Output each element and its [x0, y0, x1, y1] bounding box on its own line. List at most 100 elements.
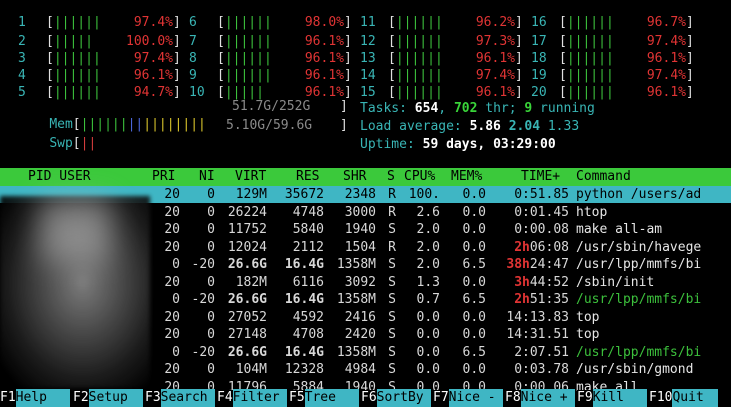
bracket-open: [ — [217, 34, 225, 49]
cpu-meter: 18 [|||||| — [531, 50, 614, 68]
mem-value: 51.7G/252G — [232, 99, 311, 114]
cpu-number: 6 — [189, 15, 197, 30]
cell-command: python /users/ad — [576, 187, 702, 202]
function-key-f6[interactable]: F6SortBy — [361, 389, 431, 407]
col-pid-user[interactable]: PID USER — [28, 168, 91, 186]
cell-res: 4592 — [292, 309, 324, 325]
cell-s: S — [388, 362, 396, 377]
cell-pri: 20 — [164, 222, 180, 237]
cell-time: 3h44:52 — [514, 274, 569, 290]
cell-cpu: 0.0 — [416, 309, 440, 325]
col-virt[interactable]: VIRT — [235, 168, 266, 186]
cell-res: 6116 — [292, 274, 324, 290]
cell-time: 0:51.85 — [514, 187, 569, 202]
cpu-percent: 96.7% — [646, 15, 686, 30]
cell-ni: 0 — [207, 327, 215, 342]
function-key-f3[interactable]: F3Search — [145, 389, 215, 407]
col-command[interactable]: Command — [576, 168, 631, 186]
function-key-f5[interactable]: F5Tree — [289, 389, 359, 407]
cpu-meter: 4 [|||||| — [18, 67, 101, 85]
cpu-number: 19 — [531, 68, 547, 83]
cell-time: 2h51:35 — [514, 292, 569, 307]
function-key-action: Help — [15, 389, 70, 407]
col-res[interactable]: RES — [296, 168, 319, 186]
function-key-label: F10 — [649, 390, 673, 405]
cell-command: /usr/lpp/mmfs/bi — [576, 257, 702, 272]
bracket-open: [ — [46, 34, 54, 49]
col-cpu[interactable]: CPU% — [404, 168, 435, 186]
bracket-open: [ — [217, 85, 225, 100]
cell-virt: 26.6G — [227, 344, 267, 360]
cell-command: /usr/lpp/mmfs/bi — [576, 344, 702, 360]
bracket-close: ] — [173, 15, 181, 30]
function-key-f9[interactable]: F9Kill — [577, 389, 647, 407]
tasks-line: Tasks: 654, 702 thr; 9 running — [360, 101, 595, 116]
bracket-close: ] — [686, 34, 694, 49]
cpu-percent: 97.4% — [475, 68, 515, 83]
cell-virt: 11752 — [227, 222, 267, 237]
cell-mem: 0.0 — [462, 204, 486, 220]
cell-pri: 20 — [164, 204, 180, 220]
cpu-bar: |||||| — [224, 15, 272, 30]
col-state[interactable]: S — [387, 168, 395, 186]
swap-label: Swp — [49, 135, 73, 151]
cpu-bar: |||||| — [53, 51, 101, 66]
cpu-number: 15 — [360, 85, 376, 100]
cpu-number: 18 — [531, 51, 547, 66]
cell-command: /usr/sbin/havege — [576, 239, 702, 255]
function-key-f2[interactable]: F2Setup — [73, 389, 143, 407]
function-key-action: Setup — [88, 389, 143, 407]
function-key-label: F5 — [289, 390, 305, 405]
col-time[interactable]: TIME+ — [521, 168, 560, 186]
cell-virt: 12024 — [227, 239, 267, 255]
bracket-close: ] — [344, 68, 352, 83]
cell-shr: 1940 — [344, 222, 376, 237]
running-count: 9 — [524, 101, 533, 116]
cell-cpu: 0.0 — [416, 362, 440, 377]
function-key-label: F4 — [217, 390, 233, 405]
cell-ni: -20 — [191, 257, 215, 272]
function-key-f10[interactable]: F10Quit — [649, 389, 719, 407]
cell-shr: 2348 — [344, 187, 376, 202]
cell-shr: 1358M — [336, 344, 376, 360]
cpu-number: 11 — [360, 15, 376, 30]
function-key-bar: F1Help F2Setup F3Search F4Filter F5Tree F6Sor… — [0, 389, 731, 407]
cell-pri: 20 — [164, 362, 180, 377]
bracket-close: ] — [515, 68, 523, 83]
col-shr[interactable]: SHR — [343, 168, 366, 186]
function-key-f7[interactable]: F7Nice - — [433, 389, 503, 407]
cell-cpu: 100. — [408, 187, 440, 202]
cpu-number: 3 — [18, 51, 26, 66]
cpu-number: 8 — [189, 51, 197, 66]
bracket-open: [ — [46, 68, 54, 83]
cpu-percent: 97.3% — [475, 34, 515, 49]
cpu-bar: |||||| — [395, 15, 443, 30]
cpu-bar: |||||| — [566, 85, 614, 100]
cpu-meter: 3 [|||||| — [18, 50, 101, 68]
function-key-action: Quit — [672, 389, 719, 407]
cell-shr: 3000 — [344, 204, 376, 220]
cell-ni: -20 — [191, 344, 215, 360]
function-key-f8[interactable]: F8Nice + — [505, 389, 575, 407]
col-pri[interactable]: PRI — [152, 168, 175, 186]
bracket-open: [ — [46, 15, 54, 30]
col-ni[interactable]: NI — [199, 168, 215, 186]
function-key-label: F6 — [361, 390, 377, 405]
bracket-open: [ — [559, 34, 567, 49]
function-key-label: F9 — [577, 390, 593, 405]
cpu-number: 16 — [531, 15, 547, 30]
function-key-f1[interactable]: F1Help — [0, 389, 70, 407]
cell-res: 2112 — [292, 239, 324, 255]
cell-res: 16.4G — [284, 292, 324, 307]
cpu-number: 13 — [360, 51, 376, 66]
cpu-number: 12 — [360, 34, 376, 49]
function-key-f4[interactable]: F4Filter — [217, 389, 287, 407]
cell-shr: 4984 — [344, 362, 376, 377]
load-5: 2.04 — [508, 119, 541, 134]
col-mem[interactable]: MEM% — [451, 168, 482, 186]
cpu-percent: 96.1% — [304, 34, 344, 49]
cpu-meter: 19 [|||||| — [531, 67, 614, 85]
cell-time: 0:00.08 — [514, 222, 569, 237]
bracket-close: ] — [686, 51, 694, 66]
cpu-number: 1 — [18, 15, 26, 30]
